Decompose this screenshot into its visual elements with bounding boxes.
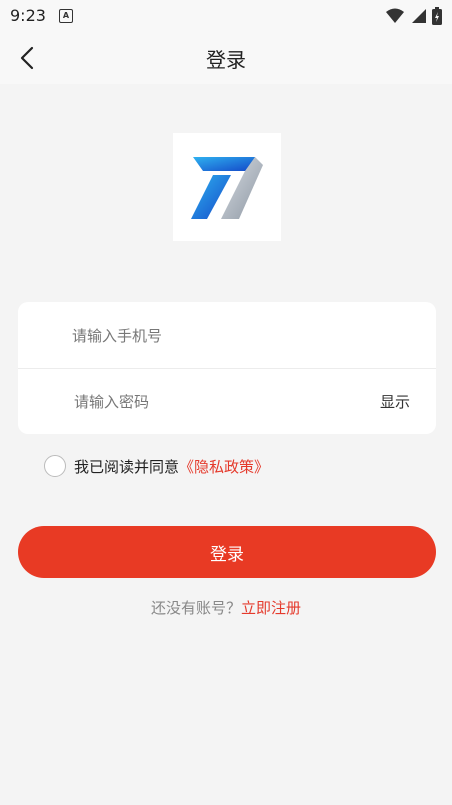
phone-input[interactable] — [70, 302, 354, 370]
wifi-icon — [386, 8, 404, 23]
status-icons — [386, 7, 442, 25]
signal-icon — [412, 9, 426, 23]
navigation-bar: 登录 — [0, 32, 452, 84]
app-logo — [173, 133, 281, 241]
register-row: 还没有账号？立即注册 — [0, 597, 452, 618]
app-logo-icon — [191, 157, 263, 219]
privacy-policy-link[interactable]: 《隐私政策》 — [179, 456, 269, 477]
password-row: 显示 — [18, 368, 436, 436]
login-button[interactable]: 登录 — [18, 526, 436, 578]
agreement-text: 我已阅读并同意 — [74, 457, 180, 476]
login-form-card: 显示 — [18, 302, 436, 436]
notification-icon: A — [59, 9, 73, 23]
show-password-button[interactable]: 显示 — [380, 391, 410, 412]
agreement-checkbox[interactable] — [44, 455, 66, 477]
status-bar: 9:23 A — [0, 0, 452, 32]
status-time: 9:23 — [10, 6, 46, 25]
phone-row — [18, 302, 436, 370]
password-input[interactable] — [72, 368, 356, 436]
register-link[interactable]: 立即注册 — [241, 599, 301, 617]
no-account-text: 还没有账号？ — [150, 599, 241, 617]
battery-icon — [432, 7, 442, 25]
agreement-row: 我已阅读并同意 《隐私政策》 — [44, 454, 269, 478]
page-title: 登录 — [206, 48, 246, 72]
